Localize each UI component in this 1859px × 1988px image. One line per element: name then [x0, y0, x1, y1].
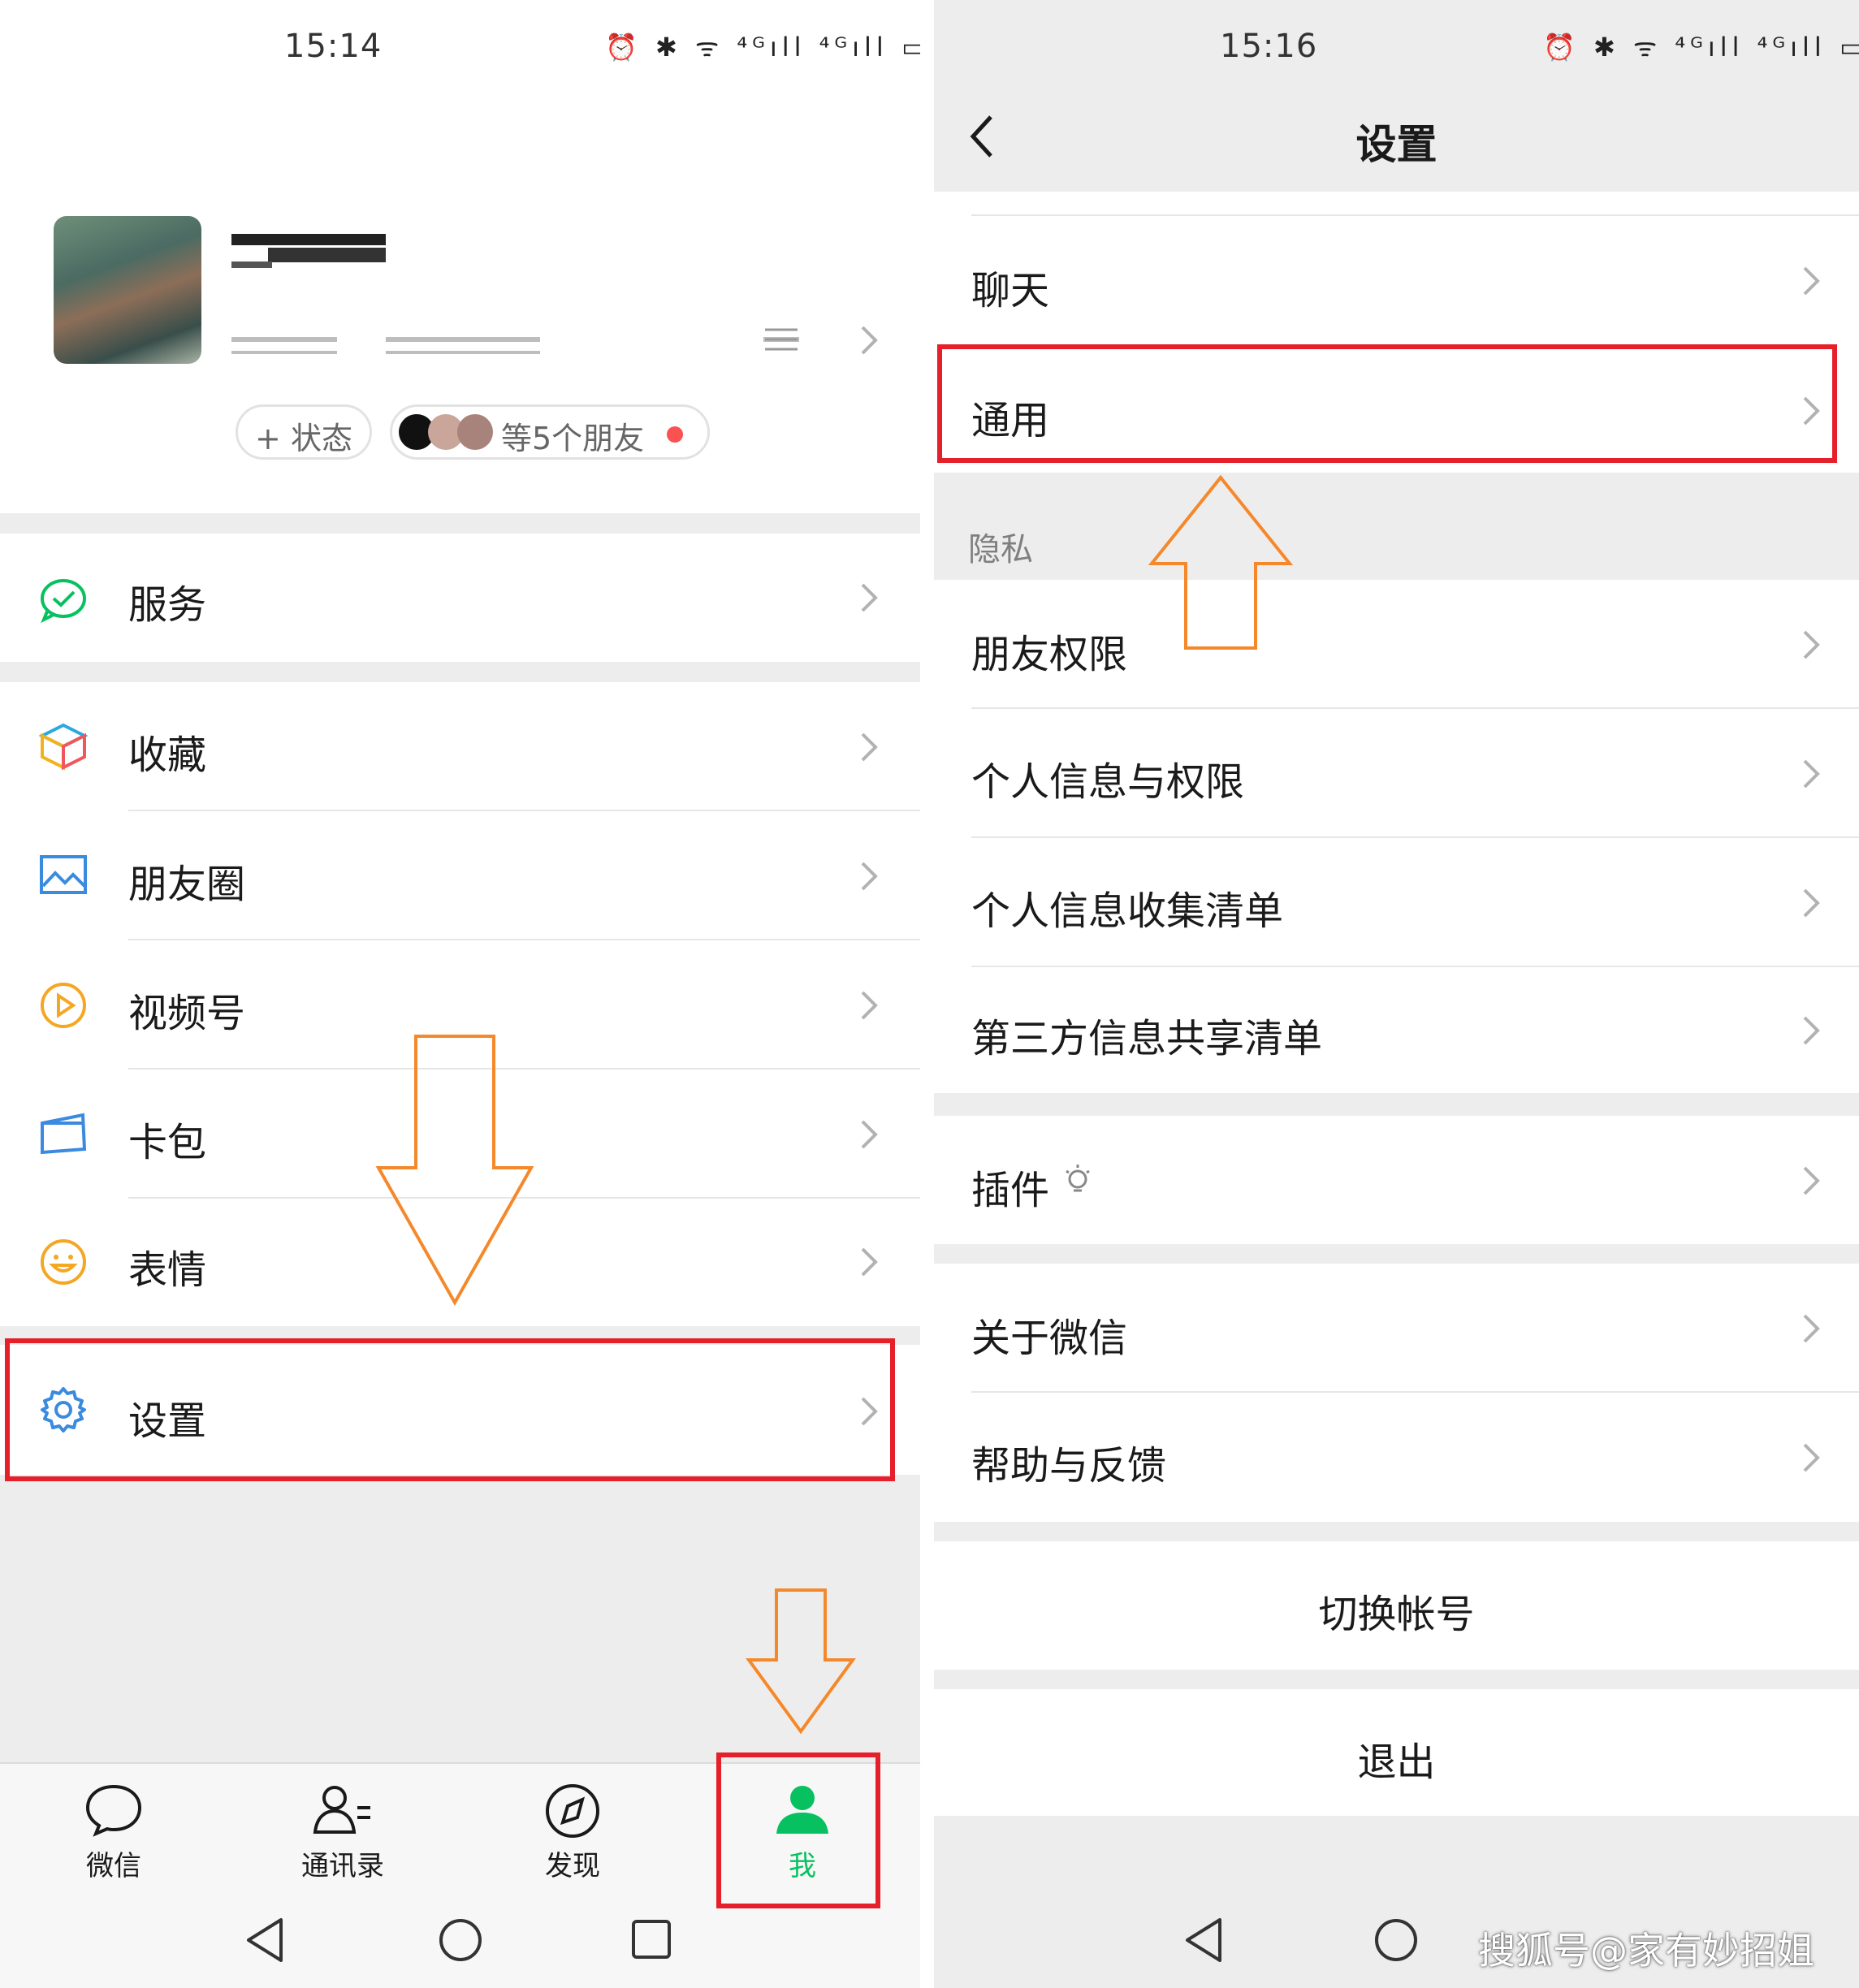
cards-label: 卡包 [128, 1120, 207, 1165]
channels-label: 视频号 [128, 991, 246, 1036]
chevron-right-icon [861, 1247, 878, 1277]
up-arrow-annotation [1148, 474, 1294, 650]
nav-back-icon[interactable] [1182, 1917, 1225, 1964]
settings-item-help[interactable]: 帮助与反馈 [934, 1393, 1859, 1522]
menu-item-favorites[interactable]: 收藏 [0, 682, 920, 810]
nav-home-icon[interactable] [1373, 1917, 1420, 1964]
chat-label: 聊天 [971, 268, 1050, 313]
unread-dot [667, 426, 683, 443]
right-screenshot: 15:16 ⏰ ✱ ᯤ ⁴ᴳıll ⁴ᴳıll ▭ 设置 聊天 通用 隐私 朋友… [934, 0, 1859, 1988]
privacy-section-header: 隐私 [968, 531, 1033, 568]
settings-item-plugins[interactable]: 插件 [934, 1116, 1859, 1244]
status-time: 15:14 [284, 28, 383, 65]
channels-play-icon [41, 983, 86, 1028]
friends-status-label: 等5个朋友 [501, 421, 645, 456]
card-wallet-icon [41, 1113, 87, 1155]
chevron-right-icon [861, 862, 878, 891]
general-highlight-box [937, 344, 1837, 463]
tab-contacts-label: 通讯录 [301, 1850, 384, 1882]
services-label: 服务 [128, 582, 207, 628]
add-status-label: + 状态 [255, 421, 352, 456]
down-arrow-annotation [375, 1035, 534, 1307]
chevron-right-icon [861, 991, 878, 1020]
page-title: 设置 [1355, 121, 1437, 168]
chevron-right-icon [1803, 266, 1820, 296]
menu-item-moments[interactable]: 朋友圈 [0, 811, 920, 940]
settings-item-chat[interactable]: 聊天 [934, 216, 1859, 343]
status-time: 15:16 [1220, 28, 1318, 65]
avatar[interactable] [54, 216, 201, 364]
settings-item-friend-permissions[interactable]: 朋友权限 [934, 580, 1859, 708]
moments-label: 朋友圈 [128, 862, 246, 907]
nav-home-icon[interactable] [437, 1917, 484, 1964]
third-party-list-label: 第三方信息共享清单 [971, 1016, 1323, 1061]
sticker-smiley-icon [41, 1239, 86, 1285]
tab-chats[interactable]: 微信 [32, 1778, 195, 1884]
switch-account-button[interactable]: 切换帐号 [934, 1541, 1859, 1670]
settings-item-third-party-list[interactable]: 第三方信息共享清单 [934, 967, 1859, 1093]
logout-label: 退出 [1357, 1740, 1436, 1785]
personal-info-permissions-label: 个人信息与权限 [971, 759, 1245, 805]
chevron-right-icon [1803, 1166, 1820, 1195]
services-icon [41, 579, 86, 623]
nav-recents-icon[interactable] [630, 1918, 672, 1960]
lightbulb-icon [1066, 1165, 1090, 1192]
favorites-label: 收藏 [128, 733, 207, 778]
left-screenshot: 15:14 ⏰ ✱ ᯤ ⁴ᴳıll ⁴ᴳıll ▭ + 状态 等5个朋友 服务 … [0, 0, 920, 1988]
settings-highlight-box [5, 1338, 895, 1481]
watermark: 搜狐号@家有妙招姐 [1478, 1929, 1814, 1973]
settings-item-personal-info-permissions[interactable]: 个人信息与权限 [934, 709, 1859, 837]
chevron-right-icon [1803, 630, 1820, 659]
friends-status-pill[interactable]: 等5个朋友 [390, 404, 710, 460]
settings-item-personal-info-list[interactable]: 个人信息收集清单 [934, 838, 1859, 966]
chevron-right-icon [1803, 1443, 1820, 1472]
me-tab-highlight-box [716, 1752, 880, 1908]
qr-code-icon[interactable] [763, 325, 799, 357]
nav-back-icon[interactable] [244, 1917, 286, 1964]
stickers-label: 表情 [128, 1247, 207, 1293]
switch-account-label: 切换帐号 [1318, 1592, 1475, 1637]
personal-info-list-label: 个人信息收集清单 [971, 888, 1284, 934]
discover-compass-icon [546, 1784, 599, 1838]
tab-discover[interactable]: 发现 [491, 1778, 654, 1884]
add-status-button[interactable]: + 状态 [236, 404, 372, 460]
chevron-right-icon [861, 1120, 878, 1149]
friend-avatar [457, 414, 493, 450]
favorites-cube-icon [39, 723, 88, 771]
help-label: 帮助与反馈 [971, 1443, 1167, 1489]
chat-bubble-icon [85, 1784, 142, 1837]
menu-item-services[interactable]: 服务 [0, 534, 920, 662]
settings-item-about[interactable]: 关于微信 [934, 1264, 1859, 1392]
plugins-label: 插件 [971, 1168, 1050, 1213]
chevron-right-icon [1803, 888, 1820, 918]
profile-chevron-icon[interactable] [851, 322, 887, 358]
about-label: 关于微信 [971, 1316, 1128, 1361]
friend-permissions-label: 朋友权限 [971, 632, 1128, 677]
status-icons: ⏰ ✱ ᯤ ⁴ᴳıll ⁴ᴳıll ▭ [605, 32, 920, 63]
chevron-right-icon [1803, 759, 1820, 789]
tab-contacts[interactable]: 通讯录 [262, 1778, 424, 1884]
down-arrow-annotation [746, 1588, 856, 1735]
tab-discover-label: 发现 [545, 1850, 600, 1882]
chevron-right-icon [861, 733, 878, 762]
tab-chats-label: 微信 [86, 1850, 141, 1882]
status-icons: ⏰ ✱ ᯤ ⁴ᴳıll ⁴ᴳıll ▭ [1543, 32, 1859, 63]
chevron-right-icon [1803, 1314, 1820, 1343]
logout-button[interactable]: 退出 [934, 1689, 1859, 1816]
contacts-person-icon [313, 1786, 370, 1834]
chevron-right-icon [1803, 1016, 1820, 1045]
chevron-right-icon [861, 583, 878, 612]
moments-picture-icon [40, 855, 87, 894]
